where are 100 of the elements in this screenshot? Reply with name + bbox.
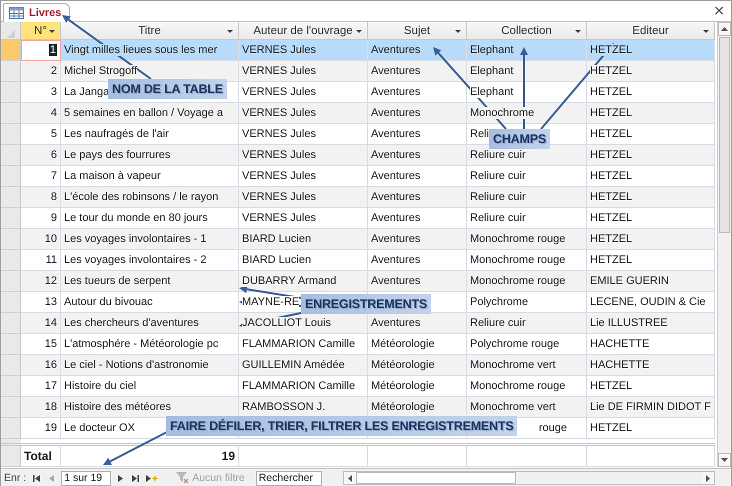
row-selector[interactable] [1,397,21,418]
caret-icon[interactable] [227,30,233,33]
table-cell: Monochrome vert [470,359,556,371]
table-row[interactable]: 14 Les chercheurs d'aventures JACOLLIOT Louis Aventures Reliure cuir Lie ILLUSTREE [1,313,715,334]
close-button[interactable]: × [713,4,725,18]
table-cell: Reliure cuir [470,317,526,329]
table-cell: HETZEL [590,254,632,266]
row-selector[interactable] [1,61,21,82]
table-cell: Aventures [371,233,420,245]
table-row[interactable]: 4 5 semaines en ballon / Voyage a VERNES Jules Aventures Monochrome HETZEL [1,103,715,124]
scroll-thumb[interactable] [356,472,516,484]
table-cell: 3 [50,86,57,98]
skip-back-icon[interactable] [33,474,42,482]
column-header[interactable]: Auteur de l'ouvrage [239,22,368,40]
table-row[interactable]: 6 Le pays des fourrures VERNES Jules Aventures Reliure cuir HETZEL [1,145,715,166]
scroll-thumb[interactable] [719,37,730,233]
scroll-left-icon[interactable] [348,474,352,482]
row-selector[interactable] [1,103,21,124]
row-selector[interactable] [1,208,21,229]
row-selector[interactable] [1,355,21,376]
caret-icon[interactable] [703,30,709,33]
table-cell: VERNES Jules [242,170,316,182]
table-cell: HETZEL [590,233,632,245]
skip-forward-icon[interactable] [131,474,140,482]
row-selector[interactable] [1,292,21,313]
column-header[interactable]: Titre [61,22,239,40]
row-selector[interactable] [1,334,21,355]
table-row[interactable]: 7 La maison à vapeur VERNES Jules Aventures Reliure cuir HETZEL [1,166,715,187]
row-selector[interactable] [1,250,21,271]
scroll-up-icon[interactable] [721,27,728,31]
table-cell: Vingt milles lieues sous les mer [64,44,218,56]
table-row[interactable]: 12 Les tueurs de serpent DUBARRY Armand Aventures Monochrome rouge EMILE GUERIN [1,271,715,292]
row-selector[interactable] [1,313,21,334]
caret-icon[interactable] [575,30,581,33]
triangle-right-icon[interactable] [116,474,124,482]
table-cell: HETZEL [590,128,632,140]
record-label: Enr : [4,472,26,484]
table-cell: 10 [44,233,57,245]
table-cell: VERNES Jules [242,191,316,203]
table-cell: Le pays des fourrures [64,149,170,161]
scroll-down-icon[interactable] [721,458,728,462]
table-cell: BIARD Lucien [242,254,312,266]
table-cell: MAYNE-RE [242,296,300,308]
scroll-right-icon[interactable] [706,474,710,482]
row-selector[interactable] [1,124,21,145]
column-header[interactable]: Sujet [368,22,467,40]
caret-icon[interactable] [455,30,461,33]
table-cell: Reliure cuir [470,149,526,161]
table-row[interactable]: 11 Les voyages involontaires - 2 BIARD Lucien Aventures Monochrome rouge HETZEL [1,250,715,271]
table-row[interactable]: 18 Histoire des météores RAMBOSSON J. Météorologie Monochrome vert Lie DE FIRMIN DIDOT F [1,397,715,418]
triangle-left-icon[interactable] [48,474,56,482]
filter-icon [176,472,190,484]
row-selector[interactable] [1,418,21,439]
horizontal-scrollbar[interactable] [342,471,715,485]
table-row[interactable]: 10 Les voyages involontaires - 1 BIARD Lucien Aventures Monochrome rouge HETZEL [1,229,715,250]
table-cell: VERNES Jules [242,107,316,119]
row-selector[interactable] [1,40,21,61]
search-field[interactable]: Rechercher [256,470,322,486]
row-selector[interactable] [1,229,21,250]
table-row[interactable]: 8 L'école des robinsons / le rayon VERNES Jules Aventures Reliure cuir HETZEL [1,187,715,208]
table-cell: 18 [44,401,57,413]
table-cell: 13 [44,296,57,308]
table-row[interactable]: 1 Vingt milles lieues sous les mer VERNES Jules Aventures Elephant HETZEL [1,40,715,61]
table-cell: 5 [50,128,57,140]
caret-icon[interactable] [356,30,362,33]
row-selector[interactable] [1,82,21,103]
row-selector[interactable] [1,187,21,208]
caret-icon[interactable] [49,30,55,33]
table-cell: Monochrome vert [470,401,556,413]
table-cell: Reli [470,128,489,140]
table-cell: Aventures [371,107,420,119]
row-selector[interactable] [1,145,21,166]
table-cell: Le ciel - Notions d'astronomie [64,359,209,371]
table-row[interactable]: 9 Le tour du monde en 80 jours VERNES Jules Aventures Reliure cuir HETZEL [1,208,715,229]
row-selector[interactable] [1,376,21,397]
row-selector[interactable] [1,271,21,292]
new-record-icon[interactable] [146,474,160,482]
table-tab[interactable]: Livres [3,3,70,22]
table-row[interactable]: 17 Histoire du ciel FLAMMARION Camille Météorologie Monochrome rouge HETZEL [1,376,715,397]
column-header[interactable]: Collection [467,22,587,40]
table-cell: Polychrome rouge [470,338,560,350]
table-cell: Michel Strogoff [64,65,138,77]
table-cell: Aventures [371,128,420,140]
table-cell: HETZEL [590,107,632,119]
row-selector[interactable] [1,166,21,187]
select-all-button[interactable] [1,22,21,40]
table-cell: DUBARRY Armand [242,275,336,287]
record-position-field[interactable]: 1 sur 19 [61,470,112,486]
table-cell: Reliure cuir [470,191,526,203]
table-cell: HETZEL [590,86,632,98]
vertical-scrollbar[interactable] [717,22,731,467]
triangle-icon [6,29,16,39]
row-selector[interactable] [1,446,21,467]
table-row[interactable]: 16 Le ciel - Notions d'astronomie GUILLEMIN Amédée Météorologie Monochrome vert HACHETTE [1,355,715,376]
column-header[interactable]: N° [21,22,61,40]
table-row[interactable]: 2 Michel Strogoff VERNES Jules Aventures Elephant HETZEL [1,61,715,82]
table-cell: HETZEL [590,191,632,203]
table-row[interactable]: 15 L'atmosphére - Météorologie pc FLAMMARION Camille Météorologie Polychrome rouge HACHETTE [1,334,715,355]
column-header[interactable]: Editeur [587,22,715,40]
table-cell: Aventures [371,65,420,77]
